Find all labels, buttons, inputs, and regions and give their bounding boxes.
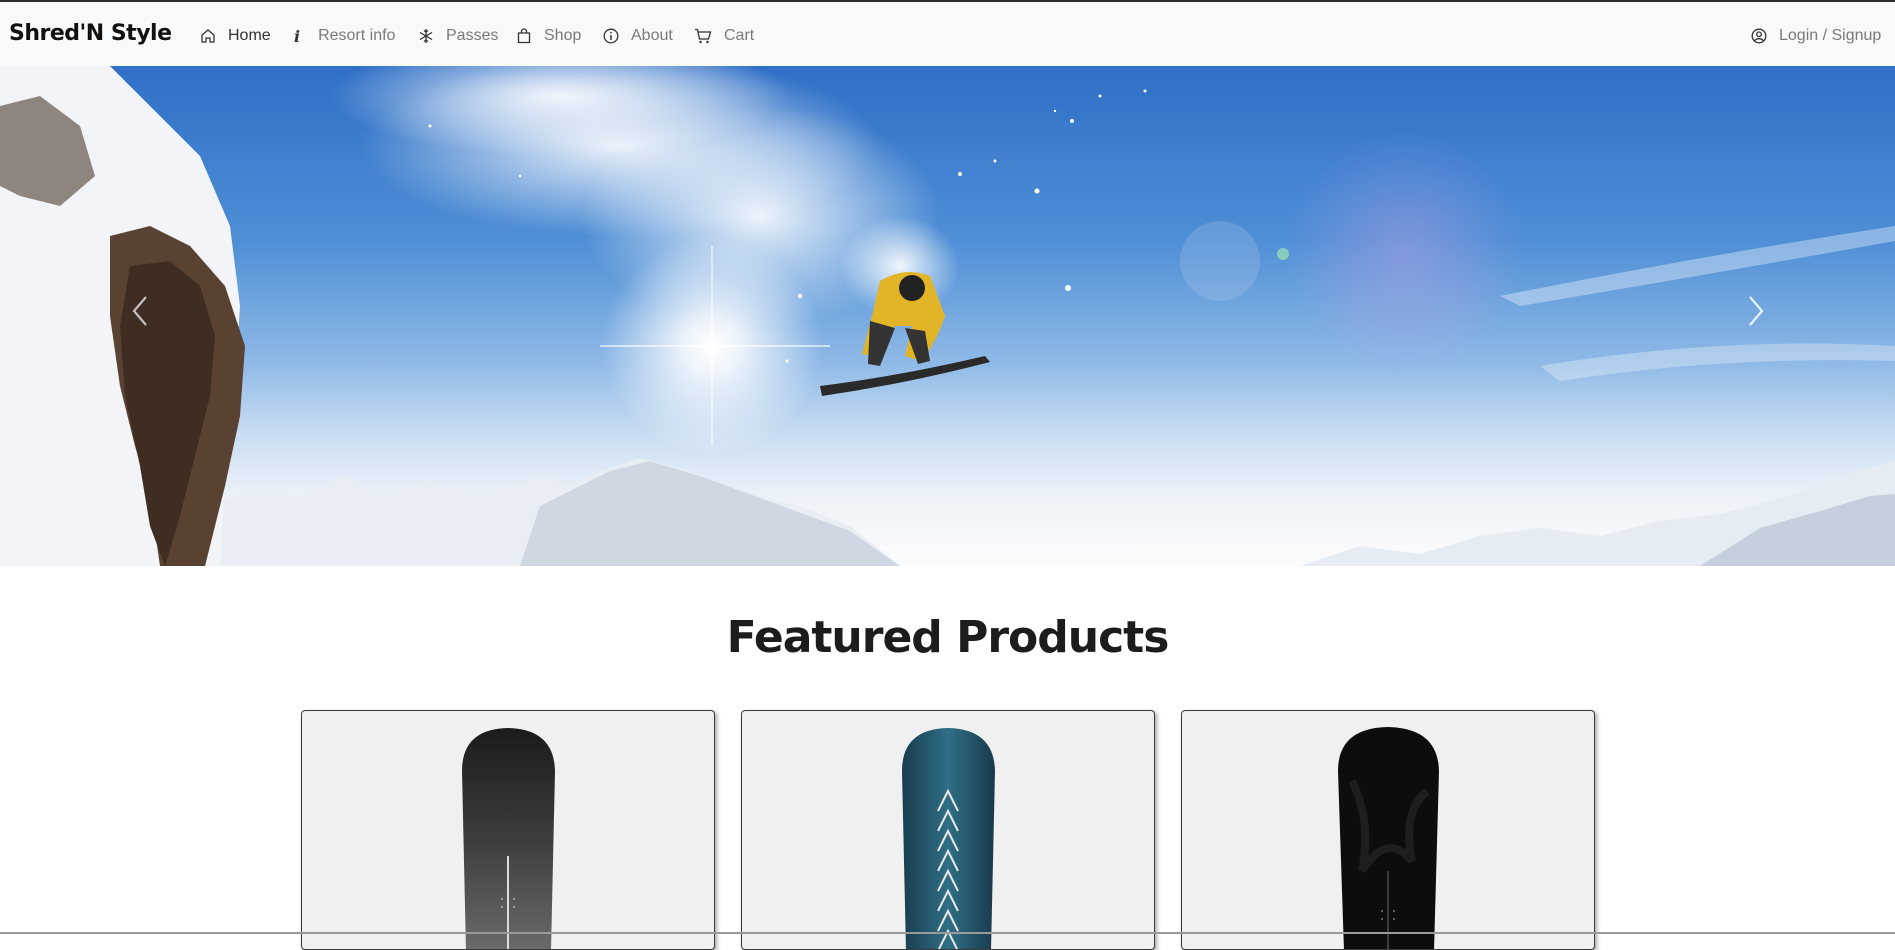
nav-shop[interactable]: Shop	[516, 24, 581, 48]
carousel-prev-button[interactable]	[120, 291, 160, 331]
product-card[interactable]	[301, 710, 715, 950]
hero-image	[0, 66, 1895, 566]
nav-about-label: About	[631, 27, 673, 44]
nav-about[interactable]: About	[603, 24, 673, 48]
user-circle-icon	[1751, 28, 1767, 44]
featured-products-title: Featured Products	[726, 612, 1170, 663]
cart-icon	[695, 28, 712, 44]
nav-resort-info-label: Resort info	[318, 27, 396, 44]
nav-cart[interactable]: Cart	[694, 24, 754, 48]
nav-passes-label: Passes	[446, 27, 499, 44]
nav-cart-label: Cart	[724, 27, 755, 44]
chevron-left-icon	[132, 296, 147, 326]
nav-home-label: Home	[228, 27, 271, 44]
hero-carousel	[0, 66, 1895, 566]
product-image-snowboard	[462, 728, 555, 949]
brand-logo[interactable]: Shred'N Style	[9, 21, 172, 46]
nav-resort-info[interactable]: i Resort info	[294, 24, 395, 48]
nav-home[interactable]: Home	[200, 24, 271, 48]
nav-passes[interactable]: Passes	[418, 24, 498, 48]
home-icon	[201, 29, 215, 43]
login-signup-link[interactable]: Login / Signup	[1751, 24, 1881, 48]
chevron-right-icon	[1749, 296, 1764, 326]
product-card[interactable]	[1181, 710, 1595, 950]
product-image-snowboard	[1338, 727, 1439, 949]
nav-shop-label: Shop	[544, 27, 582, 44]
info-circle-icon	[603, 28, 619, 44]
info-icon: i	[294, 26, 301, 46]
product-image-snowboard	[902, 728, 995, 949]
carousel-next-button[interactable]	[1736, 291, 1776, 331]
shopping-bag-icon	[517, 28, 531, 44]
snowflake-icon	[419, 29, 433, 43]
top-navbar: Shred'N Style Home i Resort info Passes …	[0, 0, 1895, 66]
login-signup-label: Login / Signup	[1779, 27, 1882, 44]
product-card[interactable]	[741, 710, 1155, 950]
